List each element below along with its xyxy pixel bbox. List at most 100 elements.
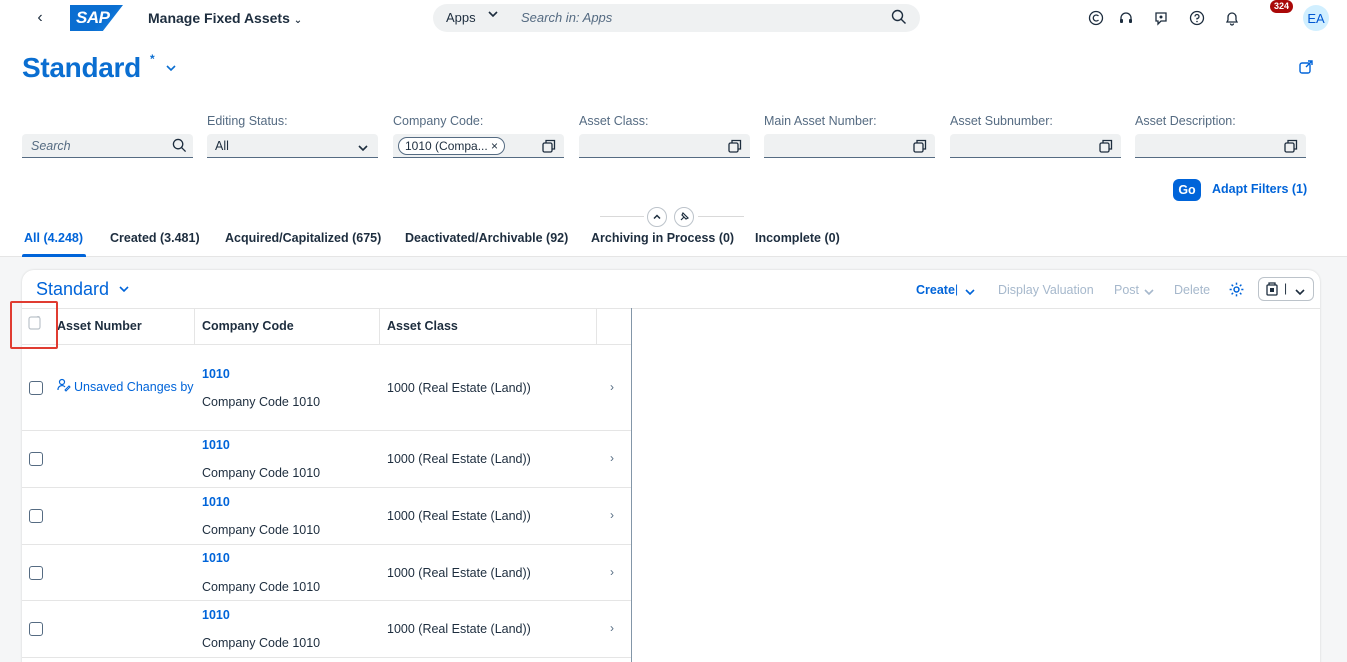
row-navigation-icon[interactable]: ›	[610, 380, 614, 394]
header-divider	[600, 216, 644, 217]
create-button[interactable]: Create	[916, 283, 955, 297]
company-code-link[interactable]: 1010	[202, 495, 230, 509]
shell-search-field[interactable]	[433, 4, 920, 32]
gear-icon[interactable]	[1228, 281, 1245, 298]
asset-class-cell: 1000 (Real Estate (Land))	[387, 509, 531, 523]
help-icon[interactable]	[1188, 9, 1206, 27]
value-help-icon[interactable]	[542, 139, 556, 153]
value-help-icon[interactable]	[1284, 139, 1298, 153]
asset-subnumber-label: Asset Subnumber:	[950, 114, 1053, 128]
share-icon[interactable]	[1298, 59, 1314, 75]
display-valuation-button[interactable]: Display Valuation	[998, 283, 1094, 297]
value-help-icon[interactable]	[1099, 139, 1113, 153]
post-button[interactable]: Post	[1114, 283, 1139, 297]
bell-icon[interactable]	[1223, 9, 1241, 27]
tab-deactivated-archivable[interactable]: Deactivated/Archivable (92)	[405, 231, 568, 245]
go-button[interactable]: Go	[1173, 179, 1201, 201]
asset-subnumber-field[interactable]	[950, 134, 1121, 158]
chevron-down-icon	[1144, 285, 1154, 300]
main-asset-number-label: Main Asset Number:	[764, 114, 877, 128]
table-header-top-border	[22, 308, 1320, 309]
back-icon[interactable]: ‹	[30, 8, 50, 28]
company-code-link[interactable]: 1010	[202, 608, 230, 622]
delete-button[interactable]: Delete	[1174, 283, 1210, 297]
filter-search-input[interactable]: Search	[31, 139, 71, 153]
search-icon[interactable]	[891, 9, 907, 25]
company-code-link[interactable]: 1010	[202, 438, 230, 452]
company-code-link[interactable]: 1010	[202, 551, 230, 565]
company-name: Company Code 1010	[202, 466, 321, 480]
chevron-down-icon[interactable]	[1295, 285, 1305, 300]
highlight-annotation	[10, 301, 58, 349]
variant-modified-mark: *	[150, 52, 155, 66]
table-variant-title[interactable]: Standard	[36, 279, 109, 300]
asset-description-field[interactable]	[1135, 134, 1306, 158]
column-separator	[379, 309, 380, 344]
export-icon	[1265, 282, 1279, 299]
editing-status-value: All	[215, 139, 229, 153]
row-checkbox[interactable]	[29, 622, 43, 636]
column-header-company-code[interactable]: Company Code	[202, 319, 294, 333]
tab-created[interactable]: Created (3.481)	[110, 231, 200, 245]
row-navigation-icon[interactable]: ›	[610, 451, 614, 465]
draft-user-icon	[57, 378, 71, 395]
pin-icon	[680, 211, 690, 221]
adapt-filters-button[interactable]: Adapt Filters (1)	[1212, 182, 1307, 196]
company-name: Company Code 1010	[202, 580, 321, 594]
user-avatar[interactable]: EA	[1303, 5, 1329, 31]
row-checkbox[interactable]	[29, 509, 43, 523]
asset-class-cell: 1000 (Real Estate (Land))	[387, 452, 531, 466]
row-checkbox[interactable]	[29, 381, 43, 395]
asset-class-cell: 1000 (Real Estate (Land))	[387, 622, 531, 636]
chevron-down-icon[interactable]	[166, 62, 176, 76]
export-menu-separator: |	[1284, 281, 1288, 295]
feedback-icon[interactable]	[1152, 9, 1170, 27]
app-title-menu[interactable]: Manage Fixed Assets ⌄	[148, 10, 302, 26]
row-navigation-icon[interactable]: ›	[610, 508, 614, 522]
editing-status-select[interactable]	[207, 134, 378, 158]
tab-incomplete[interactable]: Incomplete (0)	[755, 231, 840, 245]
asset-class-label: Asset Class:	[579, 114, 649, 128]
main-asset-number-field[interactable]	[764, 134, 935, 158]
row-separator	[22, 430, 631, 431]
company-code-label: Company Code:	[393, 114, 484, 128]
search-scope-select[interactable]: Apps	[446, 10, 476, 25]
variant-title[interactable]: Standard	[22, 52, 141, 84]
row-separator	[22, 600, 631, 601]
company-name: Company Code 1010	[202, 395, 321, 409]
chevron-down-icon[interactable]	[358, 141, 368, 156]
column-header-asset-class[interactable]: Asset Class	[387, 319, 458, 333]
row-navigation-icon[interactable]: ›	[610, 621, 614, 635]
asset-class-cell: 1000 (Real Estate (Land))	[387, 566, 531, 580]
company-code-link[interactable]: 1010	[202, 367, 230, 381]
row-checkbox[interactable]	[29, 566, 43, 580]
column-header-asset-number[interactable]: Asset Number	[57, 319, 142, 333]
tab-all[interactable]: All (4.248)	[24, 231, 83, 245]
editing-status-label: Editing Status:	[207, 114, 288, 128]
value-help-icon[interactable]	[913, 139, 927, 153]
value-help-icon[interactable]	[728, 139, 742, 153]
row-navigation-icon[interactable]: ›	[610, 565, 614, 579]
asset-class-field[interactable]	[579, 134, 750, 158]
headset-icon[interactable]	[1117, 9, 1135, 27]
pin-header-button[interactable]	[674, 207, 694, 227]
chevron-down-icon	[488, 9, 498, 22]
notification-badge: 324	[1270, 0, 1294, 13]
search-icon[interactable]	[172, 138, 187, 156]
create-menu-separator: |	[955, 282, 959, 296]
row-separator	[22, 487, 631, 488]
header-divider	[698, 216, 744, 217]
search-input[interactable]: Search in: Apps	[521, 10, 612, 25]
chevron-down-icon: ⌄	[293, 15, 303, 26]
tab-acquired-capitalized[interactable]: Acquired/Capitalized (675)	[225, 231, 381, 245]
chevron-down-icon[interactable]	[965, 285, 975, 300]
company-code-token[interactable]: 1010 (Compa... ×	[398, 137, 506, 155]
company-name: Company Code 1010	[202, 636, 321, 650]
collapse-header-button[interactable]	[647, 207, 667, 227]
unsaved-changes-link[interactable]: Unsaved Changes by	[74, 380, 194, 394]
row-checkbox[interactable]	[29, 452, 43, 466]
chevron-down-icon[interactable]	[119, 283, 129, 297]
joule-icon[interactable]	[1087, 9, 1105, 27]
table-header-bottom-border	[22, 344, 631, 345]
tab-archiving-in-process[interactable]: Archiving in Process (0)	[591, 231, 734, 245]
